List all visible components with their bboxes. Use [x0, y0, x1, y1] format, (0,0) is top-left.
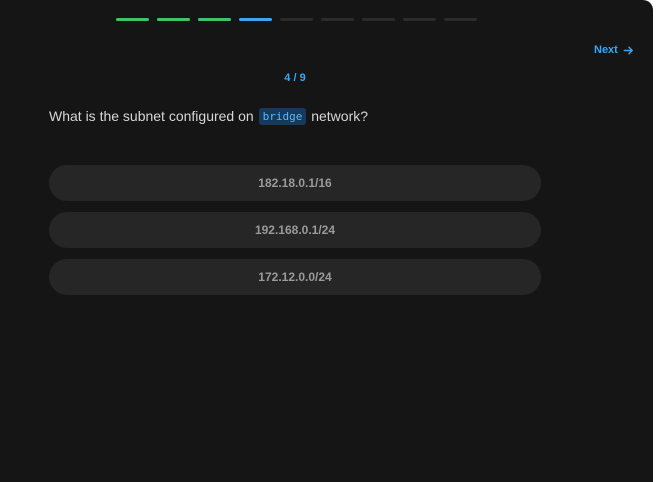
- next-button[interactable]: Next: [594, 44, 634, 56]
- progress-segment-5: [280, 18, 313, 21]
- question-text: What is the subnet configured on bridge …: [49, 108, 368, 125]
- question-code: bridge: [258, 108, 307, 125]
- question-counter: 4 / 9: [284, 72, 306, 84]
- progress-segment-7: [362, 18, 395, 21]
- answer-option-1[interactable]: 182.18.0.1/16: [49, 165, 541, 201]
- progress-segment-8: [403, 18, 436, 21]
- progress-segment-9: [444, 18, 477, 21]
- answer-option-3[interactable]: 172.12.0.0/24: [49, 259, 541, 295]
- progress-segment-6: [321, 18, 354, 21]
- question-prefix: What is the subnet configured on: [49, 108, 254, 124]
- answer-option-2[interactable]: 192.168.0.1/24: [49, 212, 541, 248]
- next-label: Next: [594, 44, 618, 56]
- progress-segment-3: [198, 18, 231, 21]
- progress-segment-1: [116, 18, 149, 21]
- arrow-right-icon: [623, 46, 633, 54]
- progress-bar: [116, 18, 477, 21]
- progress-segment-2: [157, 18, 190, 21]
- answer-options: 182.18.0.1/16 192.168.0.1/24 172.12.0.0/…: [49, 165, 541, 306]
- question-suffix: network?: [311, 108, 369, 124]
- quiz-panel: Next 4 / 9 What is the subnet configured…: [0, 0, 653, 482]
- progress-segment-4: [239, 18, 272, 21]
